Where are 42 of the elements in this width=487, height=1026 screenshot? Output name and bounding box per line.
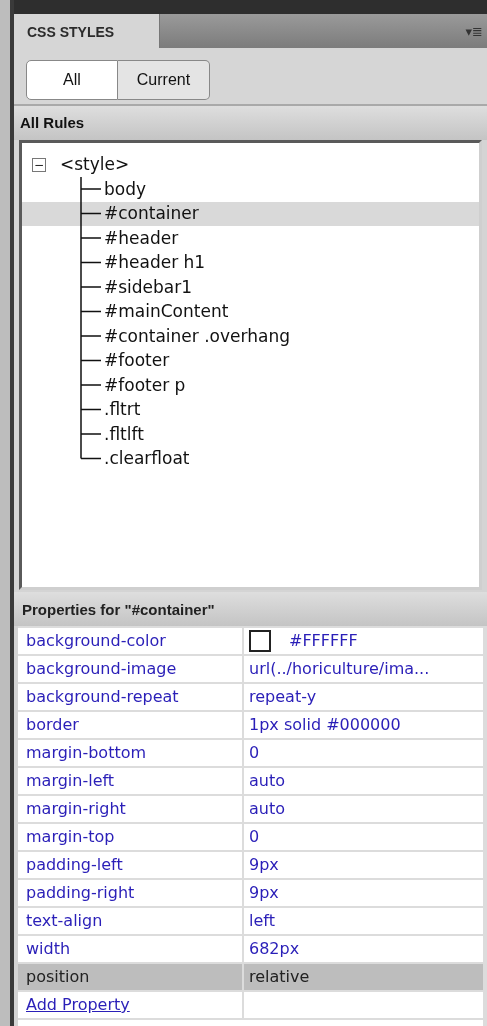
tree-item[interactable]: #header h1 [22, 250, 479, 275]
tree-item[interactable]: #footer [22, 348, 479, 373]
tree-item[interactable]: body [22, 177, 479, 202]
property-value[interactable]: auto [249, 797, 285, 821]
panel-menu-icon[interactable]: ▾≣ [465, 14, 487, 48]
tree-item[interactable]: #sidebar1 [22, 275, 479, 300]
property-name-cell[interactable]: margin-bottom [18, 740, 242, 766]
collapse-toggle[interactable]: − [32, 158, 46, 172]
property-name-cell[interactable]: padding-left [18, 852, 242, 878]
tree-item[interactable]: #container [22, 201, 479, 226]
tree-item[interactable]: .fltrt [22, 397, 479, 422]
property-value[interactable]: left [249, 909, 275, 933]
property-name-cell[interactable]: text-align [18, 908, 242, 934]
property-value[interactable]: 682px [249, 937, 300, 961]
mode-tab[interactable]: Current [118, 60, 210, 100]
tree-item[interactable]: #mainContent [22, 299, 479, 324]
tree-item[interactable]: <style> [60, 152, 130, 178]
tree-item[interactable]: #footer p [22, 373, 479, 398]
tree-item[interactable]: #container .overhang [22, 324, 479, 349]
property-name-cell[interactable]: margin-right [18, 796, 242, 822]
property-name-cell[interactable]: margin-left [18, 768, 242, 794]
property-name-cell[interactable]: background-image [18, 656, 242, 682]
panel-tab[interactable]: CSS STYLES [14, 14, 160, 48]
tree-item[interactable]: #header [22, 226, 479, 251]
mode-tab[interactable]: All [26, 60, 118, 100]
property-value[interactable]: 9px [249, 881, 279, 905]
property-name-cell[interactable]: background-repeat [18, 684, 242, 710]
tree-item[interactable]: .fltlft [22, 422, 479, 447]
property-name-cell[interactable]: padding-right [18, 880, 242, 906]
tree-item[interactable]: .clearfloat [22, 446, 479, 471]
section-header: Properties for "#container" [14, 592, 487, 626]
property-name-cell[interactable]: width [18, 936, 242, 962]
property-name-cell[interactable]: border [18, 712, 242, 738]
color-swatch[interactable] [249, 630, 271, 652]
property-value[interactable]: 0 [249, 741, 260, 765]
section-header: All Rules [14, 106, 487, 140]
property-name-cell[interactable]: background-color [18, 628, 242, 654]
property-value[interactable]: 9px [249, 853, 279, 877]
property-value[interactable]: 0 [249, 825, 260, 849]
property-name-cell[interactable]: position [18, 964, 242, 990]
property-name-cell[interactable]: margin-top [18, 824, 242, 850]
property-value[interactable]: auto [249, 769, 285, 793]
